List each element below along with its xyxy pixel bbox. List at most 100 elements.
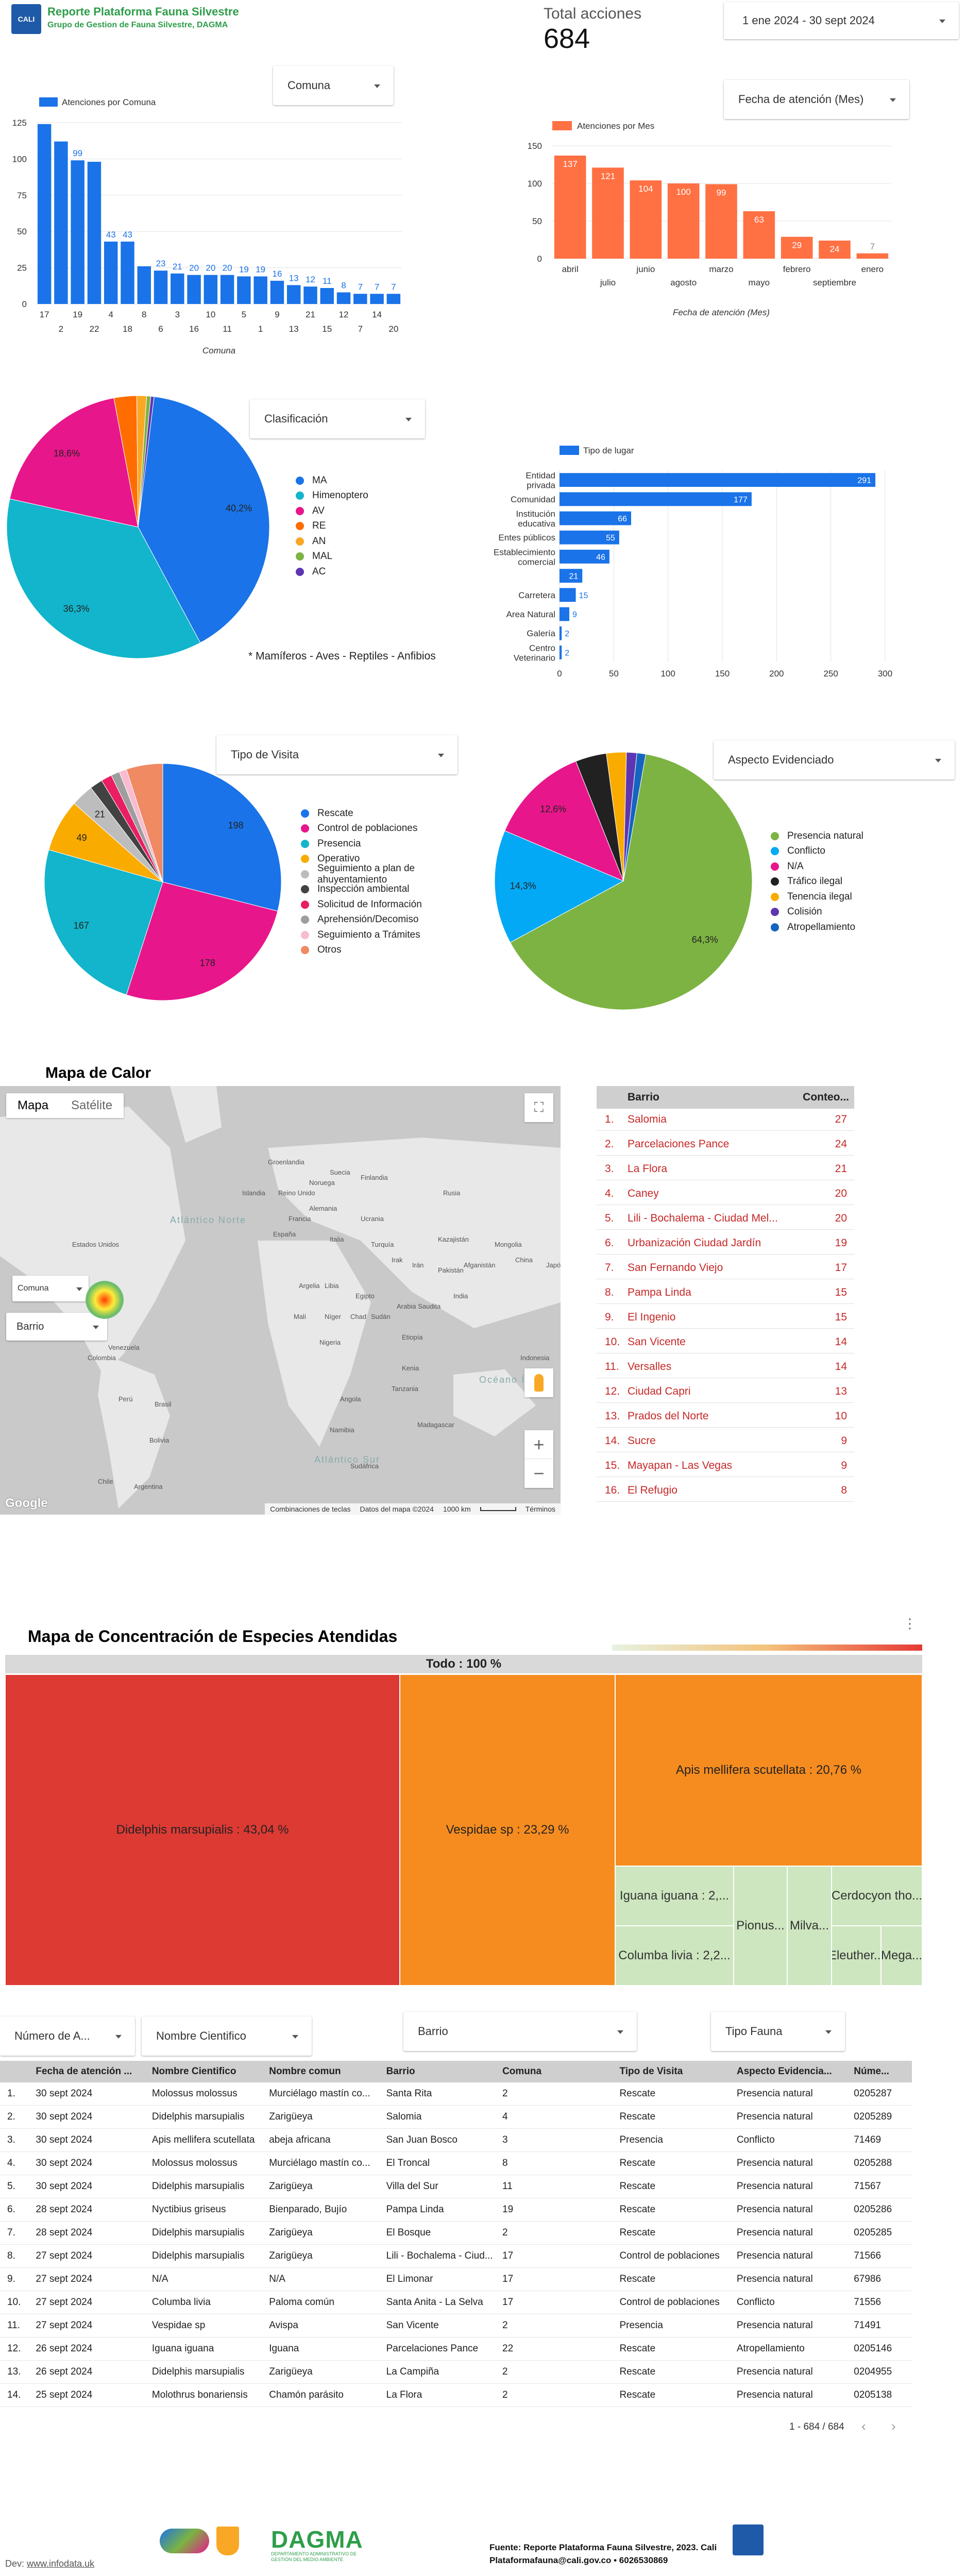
fullscreen-button[interactable]: ⛶ — [524, 1093, 553, 1122]
barrio-row[interactable]: 2. Parcelaciones Pance 24 — [597, 1133, 854, 1156]
total-label: Total acciones — [544, 5, 642, 22]
table-row[interactable]: 10. 27 sept 2024 Columba livia Paloma común… — [0, 2291, 912, 2314]
table-row[interactable]: 6. 28 sept 2024 Nyctibius griseus Bienparad… — [0, 2198, 912, 2222]
treemap-cell-label: Columba livia : 2,2... — [618, 1948, 731, 1962]
barrio-row[interactable]: 14. Sucre 9 — [597, 1430, 854, 1452]
row-index: 4. — [7, 2158, 15, 2168]
bar — [137, 266, 151, 304]
pegman-button[interactable] — [524, 1368, 553, 1397]
filter-barrio[interactable]: Barrio — [403, 2012, 637, 2051]
filter-numero[interactable]: Número de A... — [0, 2016, 135, 2056]
col-tipo-visita[interactable]: Tipo de Visita — [619, 2066, 736, 2077]
col-fecha[interactable]: Fecha de atención ... — [36, 2066, 151, 2077]
barrio-row-count: 21 — [835, 1163, 847, 1175]
map-label: China — [515, 1256, 533, 1264]
barrio-row[interactable]: 11. Versalles 14 — [597, 1356, 854, 1378]
data-label: 2 — [565, 630, 569, 638]
barrio-row-index: 11. — [605, 1361, 619, 1372]
pie-visita: 198 178 167 49 21 — [44, 763, 282, 1001]
row-nombre-comun: Zarigüeya — [269, 2366, 313, 2377]
treemap-cell[interactable]: Eleuther... — [832, 1926, 881, 1986]
table-row[interactable]: 5. 30 sept 2024 Didelphis marsupialis Zarig… — [0, 2175, 912, 2198]
barrio-row[interactable]: 4. Caney 20 — [597, 1183, 854, 1205]
barrio-header-count[interactable]: Conteo... — [803, 1091, 854, 1104]
heat-map[interactable]: Atlántico Norte Atlántico Sur Océano Índic… — [0, 1086, 561, 1515]
map-label: Colombia — [88, 1354, 116, 1362]
barrio-header-name[interactable]: Barrio — [628, 1091, 803, 1104]
row-tipo-visita: Rescate — [619, 2343, 656, 2354]
filter-tipo-fauna[interactable]: Tipo Fauna — [711, 2012, 845, 2051]
map-tab-map[interactable]: Mapa — [6, 1093, 60, 1118]
barrio-row-count: 9 — [841, 1460, 847, 1471]
barrio-row[interactable]: 15. Mayapan - Las Vegas 9 — [597, 1455, 854, 1477]
treemap-cell[interactable]: Columba livia : 2,2... — [615, 1926, 734, 1986]
table-row[interactable]: 1. 30 sept 2024 Molossus molossus Murciélag… — [0, 2082, 912, 2106]
table-row[interactable]: 14. 25 sept 2024 Molothrus bonariensis Cham… — [0, 2384, 912, 2407]
barrio-row-name: Parcelaciones Pance — [628, 1138, 730, 1150]
barrio-row[interactable]: 9. El Ingenio 15 — [597, 1307, 854, 1329]
pie-slice-label: 167 — [74, 921, 89, 931]
map-tab-satellite[interactable]: Satélite — [60, 1093, 124, 1118]
treemap-cell[interactable]: Milva... — [787, 1866, 832, 1986]
table-row[interactable]: 7. 28 sept 2024 Didelphis marsupialis Zarig… — [0, 2222, 912, 2245]
map-title: Mapa de Calor — [45, 1064, 151, 1081]
col-nombre-cientifico[interactable]: Nombre Cientifico — [152, 2066, 269, 2077]
dev-link[interactable]: www.infodata.uk — [27, 2558, 94, 2569]
col-nombre-comun[interactable]: Nombre comun — [269, 2066, 386, 2077]
table-row[interactable]: 8. 27 sept 2024 Didelphis marsupialis Zarig… — [0, 2245, 912, 2268]
treemap-cell[interactable]: Mega... — [881, 1926, 922, 1986]
zoom-out-button[interactable]: − — [524, 1459, 553, 1488]
barrio-row[interactable]: 3. La Flora 21 — [597, 1158, 854, 1180]
barrio-row-index: 15. — [605, 1460, 620, 1471]
treemap-cell[interactable]: Apis mellifera scutellata : 20,76 % — [615, 1674, 922, 1866]
chart-comuna: Atenciones por Comuna0255075100125172991… — [12, 97, 402, 355]
prev-page-button[interactable]: ‹ — [861, 2418, 866, 2434]
more-options-icon[interactable]: ⋮ — [903, 1616, 917, 1632]
treemap-root[interactable]: Todo : 100 % — [5, 1655, 922, 1673]
col-numero[interactable]: Núme... — [854, 2066, 912, 2077]
map-filter-barrio[interactable]: Barrio — [6, 1313, 107, 1341]
map-label: Libia — [325, 1282, 339, 1290]
table-row[interactable]: 13. 26 sept 2024 Didelphis marsupialis Zari… — [0, 2361, 912, 2384]
barrio-row[interactable]: 5. Lili - Bochalema - Ciudad Mel... 20 — [597, 1208, 854, 1230]
barrio-row[interactable]: 8. Pampa Linda 15 — [597, 1282, 854, 1304]
pie-slice-label: 18,6% — [54, 448, 80, 459]
map-label: Etiopía — [402, 1333, 423, 1341]
treemap-cell[interactable]: Cerdocyon tho... — [832, 1866, 922, 1926]
legend-dot — [771, 892, 779, 901]
barrio-row[interactable]: 7. San Fernando Viejo 17 — [597, 1257, 854, 1279]
date-range-picker[interactable]: 1 ene 2024 - 30 sept 2024 — [724, 2, 959, 39]
y-tick-label: 75 — [17, 191, 27, 200]
treemap-cell[interactable]: Iguana iguana : 2,... — [615, 1866, 734, 1926]
zoom-in-button[interactable]: + — [524, 1430, 553, 1459]
bar — [554, 155, 586, 259]
col-aspecto[interactable]: Aspecto Evidencia... — [737, 2066, 854, 2077]
map-shortcuts-link[interactable]: Combinaciones de teclas — [270, 1505, 350, 1513]
barrio-row[interactable]: 1. Salomia 27 — [597, 1109, 854, 1131]
report-title: Reporte Plataforma Fauna Silvestre — [47, 5, 239, 18]
barrio-row[interactable]: 6. Urbanización Ciudad Jardín 19 — [597, 1232, 854, 1255]
map-terms-link[interactable]: Términos — [526, 1505, 555, 1513]
table-row[interactable]: 12. 26 sept 2024 Iguana iguana Iguana Parcel… — [0, 2337, 912, 2361]
barrio-row-index: 3. — [605, 1163, 614, 1175]
treemap-cell[interactable]: Vespidae sp : 23,29 % — [400, 1674, 615, 1986]
col-comuna[interactable]: Comuna — [502, 2066, 619, 2077]
table-row[interactable]: 2. 30 sept 2024 Didelphis marsupialis Zarig… — [0, 2106, 912, 2129]
table-row[interactable]: 4. 30 sept 2024 Molossus molossus Murciélag… — [0, 2152, 912, 2175]
barrio-row[interactable]: 10. San Vicente 14 — [597, 1331, 854, 1353]
treemap-cell[interactable]: Pionus... — [734, 1866, 787, 1986]
barrio-row[interactable]: 16. El Refugio 8 — [597, 1480, 854, 1502]
table-row[interactable]: 9. 27 sept 2024 N/A N/A El Limonar 17 Rescate P… — [0, 2268, 912, 2291]
map-filter-comuna[interactable]: Comuna — [12, 1276, 89, 1301]
filter-fecha-mes[interactable]: Fecha de atención (Mes) — [724, 80, 909, 119]
map-label: Tanzania — [392, 1385, 419, 1393]
table-row[interactable]: 3. 30 sept 2024 Apis mellifera scutellata a… — [0, 2129, 912, 2152]
col-barrio[interactable]: Barrio — [386, 2066, 502, 2077]
treemap-cell[interactable]: Didelphis marsupialis : 43,04 % — [5, 1674, 400, 1986]
next-page-button[interactable]: › — [891, 2418, 896, 2434]
table-row[interactable]: 11. 27 sept 2024 Vespidae sp Avispa San Vice… — [0, 2314, 912, 2337]
filter-nombre-cientifico[interactable]: Nombre Cientifico — [142, 2016, 312, 2056]
barrio-row[interactable]: 12. Ciudad Capri 13 — [597, 1381, 854, 1403]
row-nombre-comun: Murciélago mastín co... — [269, 2158, 370, 2168]
barrio-row[interactable]: 13. Prados del Norte 10 — [597, 1405, 854, 1428]
